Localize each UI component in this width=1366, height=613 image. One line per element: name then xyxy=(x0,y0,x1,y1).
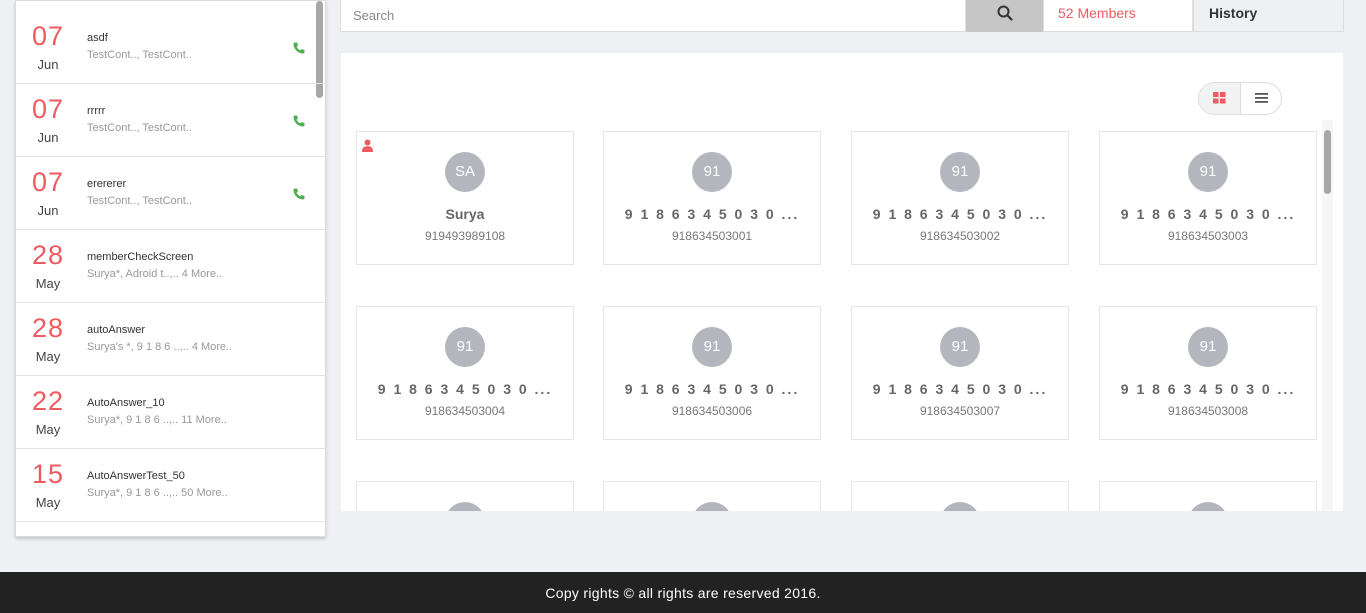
avatar: SA xyxy=(445,152,485,192)
call-list-item[interactable]: 07 Jun rrrrr TestCont.., TestCont.. xyxy=(16,84,325,157)
avatar: 91 xyxy=(1188,327,1228,367)
phone-icon[interactable] xyxy=(292,41,306,55)
avatar: 91 xyxy=(1188,152,1228,192)
tab-history[interactable]: History xyxy=(1193,0,1344,32)
call-day: 07 xyxy=(31,167,65,197)
avatar: 91 xyxy=(692,152,732,192)
call-name: erererer xyxy=(87,178,127,190)
avatar: 91 xyxy=(445,327,485,367)
call-list-item[interactable]: 07 Jun asdf TestCont.., TestCont.. xyxy=(16,11,325,84)
search-icon xyxy=(997,5,1013,21)
member-name: 9 1 8 6 3 4 5 0 3 0 ... xyxy=(872,381,1048,397)
call-month: May xyxy=(35,495,61,510)
phone-icon[interactable] xyxy=(292,114,306,128)
avatar: 91 xyxy=(940,152,980,192)
call-participants: TestCont.., TestCont.. xyxy=(87,195,192,207)
member-name: 9 1 8 6 3 4 5 0 3 0 ... xyxy=(1120,206,1296,222)
call-name: AutoAnswerTest_50 xyxy=(87,470,185,482)
member-card[interactable]: 91 9 1 8 6 3 4 5 0 3 0 ... 918634503003 xyxy=(1099,131,1317,265)
member-card[interactable] xyxy=(603,481,821,511)
avatar: 91 xyxy=(940,327,980,367)
copyright-text: Copy rights © all rights are reserved 20… xyxy=(545,585,821,601)
call-participants: TestCont.., TestCont.. xyxy=(87,49,192,61)
call-history-list: 07 Jun asdf TestCont.., TestCont.. 07 Jun rrr… xyxy=(15,0,326,537)
call-month: Jun xyxy=(37,203,59,218)
member-name: 9 1 8 6 3 4 5 0 3 0 ... xyxy=(624,206,800,222)
call-participants: Surya*, 9 1 8 6 ..,.. 50 More.. xyxy=(87,487,228,499)
phone-icon[interactable] xyxy=(292,187,306,201)
member-number: 918634503006 xyxy=(671,404,753,418)
call-name: autoAnswer xyxy=(87,324,146,336)
grid-view-icon xyxy=(1213,92,1226,104)
avatar xyxy=(445,502,485,511)
member-number: 918634503004 xyxy=(424,404,506,418)
call-participants: Surya*, 9 1 8 6 ..,.. 11 More.. xyxy=(87,414,227,426)
member-number: 918634503003 xyxy=(1167,229,1249,243)
member-card[interactable]: 91 9 1 8 6 3 4 5 0 3 0 ... 918634503008 xyxy=(1099,306,1317,440)
call-list-item[interactable]: 07 Jun erererer TestCont.., TestCont.. xyxy=(16,157,325,230)
members-scrollbar[interactable] xyxy=(1324,130,1331,194)
grid-view-button[interactable] xyxy=(1199,83,1241,114)
call-day: 07 xyxy=(31,21,65,51)
avatar xyxy=(692,502,732,511)
avatar: 91 xyxy=(692,327,732,367)
call-participants: Surya's *, 9 1 8 6 ..,.. 4 More.. xyxy=(87,341,233,353)
member-card[interactable]: 91 9 1 8 6 3 4 5 0 3 0 ... 918634503002 xyxy=(851,131,1069,265)
view-toggle xyxy=(1198,82,1282,115)
member-card[interactable]: 91 9 1 8 6 3 4 5 0 3 0 ... 918634503007 xyxy=(851,306,1069,440)
call-day: 15 xyxy=(31,459,65,489)
call-month: May xyxy=(35,422,61,437)
member-card[interactable] xyxy=(356,481,574,511)
call-name: asdf xyxy=(87,32,108,44)
member-number: 918634503002 xyxy=(919,229,1001,243)
call-month: Jun xyxy=(37,57,59,72)
search-input[interactable] xyxy=(340,0,966,32)
call-list-item[interactable]: 28 May autoAnswer Surya's *, 9 1 8 6 ..,.. … xyxy=(16,303,325,376)
call-month: May xyxy=(35,276,61,291)
member-name: 9 1 8 6 3 4 5 0 3 0 ... xyxy=(377,381,553,397)
avatar xyxy=(1188,502,1228,511)
list-view-button[interactable] xyxy=(1241,83,1281,114)
members-panel: SA Surya 919493989108 91 9 1 8 6 3 4 5 0 3 … xyxy=(341,53,1343,511)
call-participants: Surya*, Adroid t..,.. 4 More.. xyxy=(87,268,223,280)
call-day: 07 xyxy=(31,94,65,124)
member-number: 918634503008 xyxy=(1167,404,1249,418)
call-list-item[interactable]: 28 May memberCheckScreen Surya*, Adroid t..… xyxy=(16,230,325,303)
footer: Copy rights © all rights are reserved 20… xyxy=(0,572,1366,613)
member-name: 9 1 8 6 3 4 5 0 3 0 ... xyxy=(624,381,800,397)
call-day: 22 xyxy=(31,386,65,416)
tab-members[interactable]: 52 Members xyxy=(1043,0,1193,32)
avatar xyxy=(940,502,980,511)
member-card[interactable]: SA Surya 919493989108 xyxy=(356,131,574,265)
call-list-item[interactable]: 22 May AutoAnswer_10 Surya*, 9 1 8 6 ..,.. … xyxy=(16,376,325,449)
member-name: 9 1 8 6 3 4 5 0 3 0 ... xyxy=(872,206,1048,222)
member-name: Surya xyxy=(445,206,485,222)
call-name: rrrrr xyxy=(87,105,106,117)
list-view-icon xyxy=(1255,93,1268,103)
member-number: 919493989108 xyxy=(424,229,506,243)
call-month: May xyxy=(35,349,61,364)
member-card[interactable]: 91 9 1 8 6 3 4 5 0 3 0 ... 918634503004 xyxy=(356,306,574,440)
member-card[interactable] xyxy=(851,481,1069,511)
admin-user-icon xyxy=(362,139,373,152)
member-name: 9 1 8 6 3 4 5 0 3 0 ... xyxy=(1120,381,1296,397)
member-number: 918634503001 xyxy=(671,229,753,243)
member-card[interactable] xyxy=(1099,481,1317,511)
call-participants: TestCont.., TestCont.. xyxy=(87,122,192,134)
call-list-item[interactable]: 15 May AutoAnswerTest_50 Surya*, 9 1 8 6 ..… xyxy=(16,449,325,522)
member-card[interactable]: 91 9 1 8 6 3 4 5 0 3 0 ... 918634503006 xyxy=(603,306,821,440)
call-name: memberCheckScreen xyxy=(87,251,194,263)
call-day: 28 xyxy=(31,240,65,270)
call-month: Jun xyxy=(37,130,59,145)
search-button[interactable] xyxy=(966,0,1043,32)
call-day: 28 xyxy=(31,313,65,343)
member-card[interactable]: 91 9 1 8 6 3 4 5 0 3 0 ... 918634503001 xyxy=(603,131,821,265)
call-name: AutoAnswer_10 xyxy=(87,397,165,409)
member-number: 918634503007 xyxy=(919,404,1001,418)
